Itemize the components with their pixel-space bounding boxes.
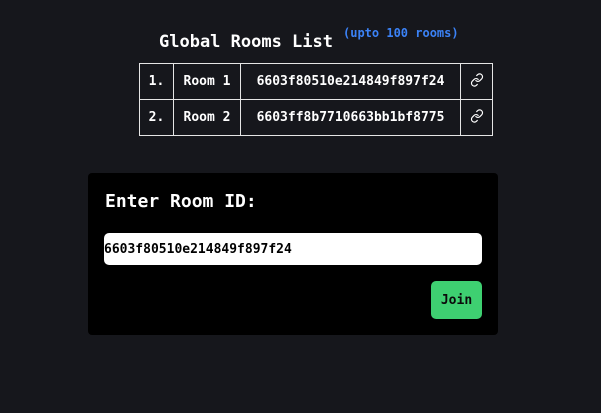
room-link-cell [460,63,493,100]
room-index: 2. [139,99,174,136]
room-id: 6603ff8b7710663bb1bf8775 [240,99,461,136]
rooms-list-limit-note: (upto 100 rooms) [343,26,459,40]
page: Global Rooms List (upto 100 rooms) 1. Ro… [0,0,601,413]
rooms-list-heading: Global Rooms List (upto 100 rooms) [159,26,459,58]
room-name: Room 1 [173,63,241,100]
table-row: 2. Room 2 6603ff8b7710663bb1bf8775 [139,99,493,136]
link-icon[interactable] [470,108,484,123]
link-icon[interactable] [470,72,484,87]
rooms-table: 1. Room 1 6603f80510e214849f897f24 2. Ro… [139,63,493,136]
join-room-card: Enter Room ID: Join [88,173,498,335]
room-name: Room 2 [173,99,241,136]
room-id-input[interactable] [104,233,482,265]
rooms-list-title: Global Rooms List [159,32,333,52]
room-id-label: Enter Room ID: [105,191,257,212]
room-index: 1. [139,63,174,100]
room-link-cell [460,99,493,136]
room-id: 6603f80510e214849f897f24 [240,63,461,100]
join-button[interactable]: Join [431,281,482,319]
table-row: 1. Room 1 6603f80510e214849f897f24 [139,63,493,100]
